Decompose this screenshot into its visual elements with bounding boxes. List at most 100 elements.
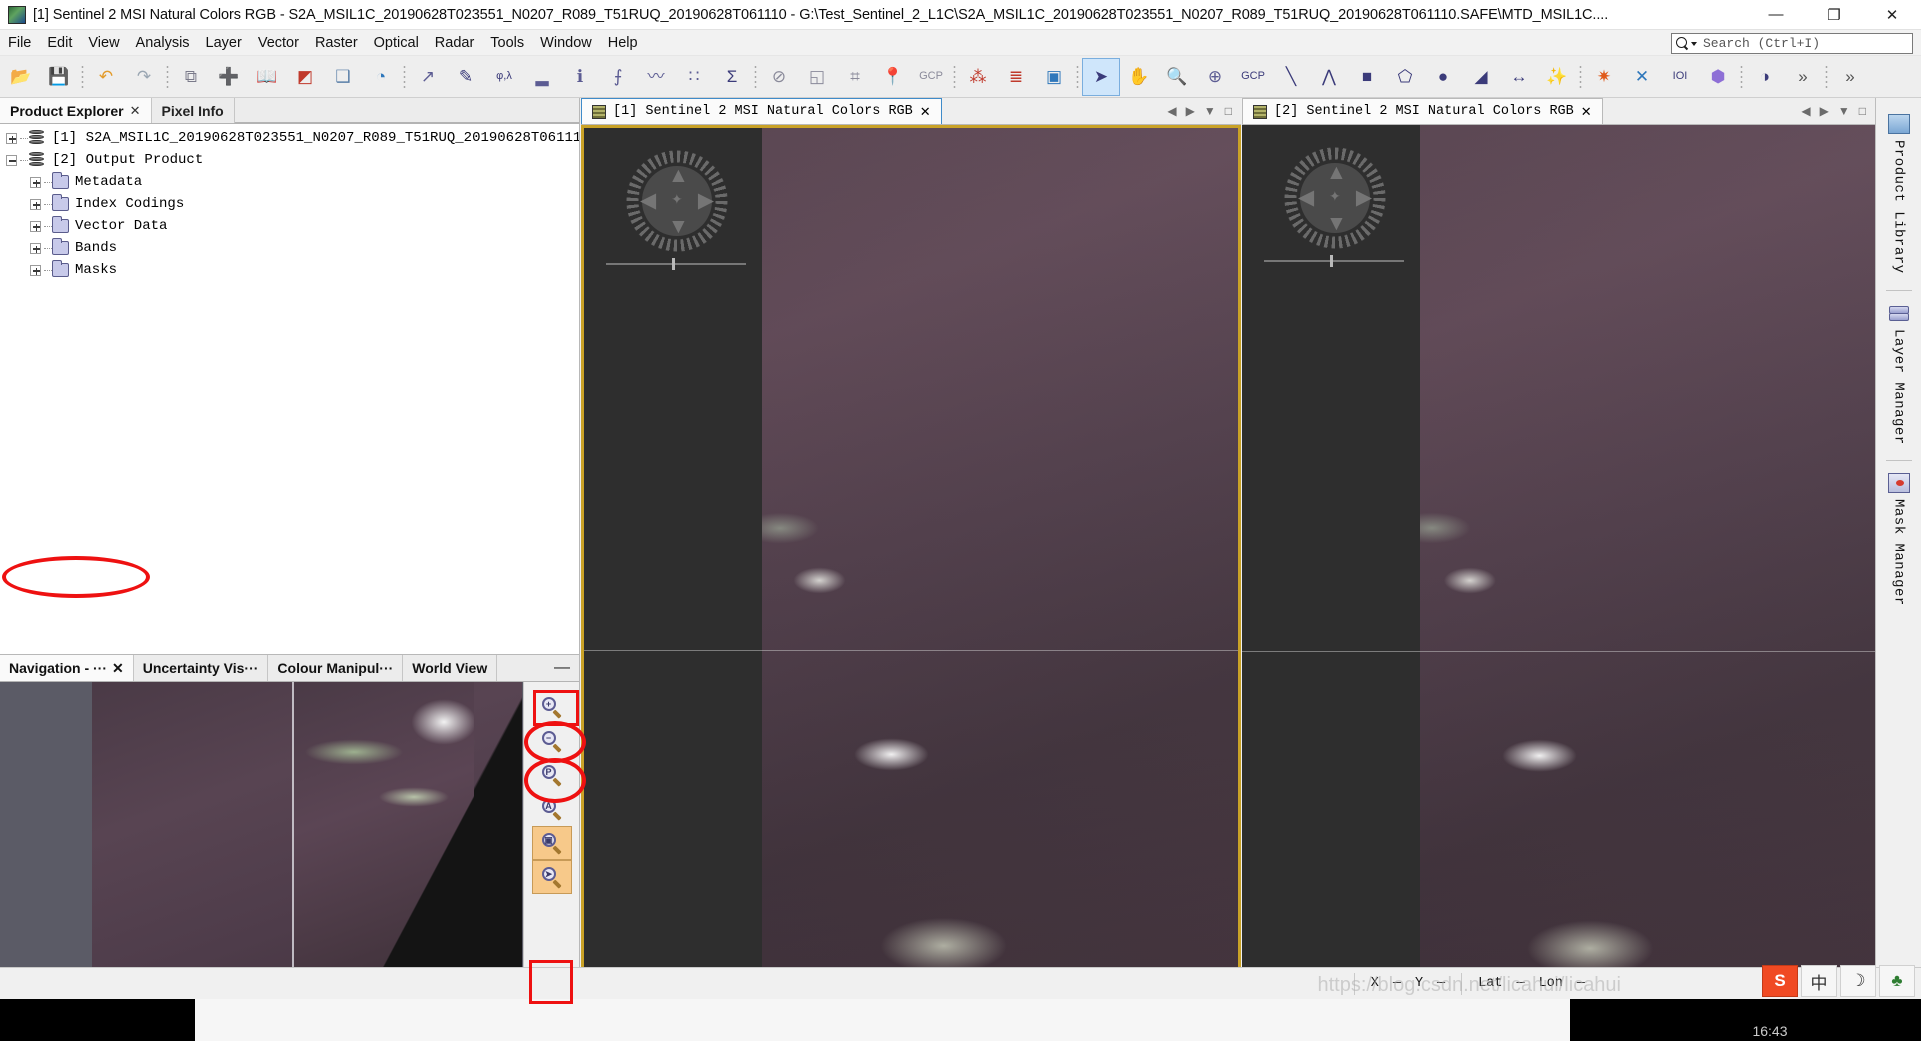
tree-node[interactable]: Metadata bbox=[0, 171, 579, 193]
polygon-drawing-tool-button[interactable]: ⬠ bbox=[1386, 58, 1424, 96]
close-icon[interactable]: ✕ bbox=[112, 660, 124, 677]
statistics-button[interactable]: Σ bbox=[713, 58, 751, 96]
line-drawing-tool-button[interactable]: ╲ bbox=[1272, 58, 1310, 96]
histogram-button[interactable]: ▂ bbox=[523, 58, 561, 96]
leaf-icon[interactable]: ♣ bbox=[1879, 965, 1915, 997]
toolbar-overflow-button[interactable]: » bbox=[1784, 58, 1822, 96]
chinese-input-icon[interactable]: 中 bbox=[1801, 965, 1837, 997]
magic-wand-subset-button[interactable]: ◢ bbox=[1462, 58, 1500, 96]
menu-view[interactable]: View bbox=[80, 32, 127, 54]
expand-icon[interactable] bbox=[30, 176, 41, 188]
tab-world-view[interactable]: World View bbox=[403, 655, 498, 681]
menu-edit[interactable]: Edit bbox=[39, 32, 80, 54]
no-data-overlay-button[interactable]: ⊘ bbox=[760, 58, 798, 96]
sync-views-button[interactable]: ▣ bbox=[531, 826, 572, 860]
image-view-1-tab[interactable]: [1] Sentinel 2 MSI Natural Colors RGB ✕ bbox=[581, 98, 942, 124]
scroll-right-icon[interactable]: ▶ bbox=[1186, 104, 1195, 118]
undo-button[interactable]: ↶ bbox=[87, 58, 125, 96]
close-icon[interactable]: ✕ bbox=[920, 104, 931, 120]
scroll-right-icon[interactable]: ▶ bbox=[1820, 104, 1829, 118]
world-map-button[interactable]: ▣ bbox=[1035, 58, 1073, 96]
tree-node[interactable]: [2] Output Product bbox=[0, 149, 579, 171]
export-product-button[interactable]: 📖 bbox=[248, 58, 286, 96]
image-view-2-canvas[interactable]: ▲ ▼ ◀ ▶ ✦ bbox=[1242, 125, 1875, 1001]
close-button[interactable]: ✕ bbox=[1863, 0, 1921, 30]
save-product-button[interactable]: 💾 bbox=[40, 58, 78, 96]
chevron-down-icon[interactable] bbox=[1691, 41, 1697, 46]
pan-right-icon[interactable]: ▶ bbox=[1356, 187, 1372, 208]
pan-up-icon[interactable]: ▲ bbox=[1326, 162, 1347, 183]
image-2-zoom-slider[interactable] bbox=[1264, 255, 1404, 267]
tree-node[interactable]: [1] S2A_MSIL1C_20190628T023551_N0207_R08… bbox=[0, 127, 579, 149]
magic-wand-button[interactable]: ✨ bbox=[1538, 58, 1576, 96]
pan-right-icon[interactable]: ▶ bbox=[698, 190, 714, 211]
sync-cursors-button[interactable]: ➤ bbox=[531, 860, 572, 894]
brightness-contrast-button[interactable]: ◑ bbox=[1746, 58, 1784, 96]
open-product-button[interactable]: 📂 bbox=[2, 58, 40, 96]
image-view-2-tab[interactable]: [2] Sentinel 2 MSI Natural Colors RGB ✕ bbox=[1242, 98, 1603, 124]
expand-icon[interactable] bbox=[30, 242, 41, 254]
pan-center-icon[interactable]: ✦ bbox=[1329, 189, 1341, 203]
menu-tools[interactable]: Tools bbox=[482, 32, 532, 54]
open-subset-button[interactable]: ⧉ bbox=[172, 58, 210, 96]
tab-pixel-info[interactable]: Pixel Info bbox=[151, 98, 235, 123]
maximize-view-icon[interactable]: □ bbox=[1859, 104, 1866, 118]
binary-data-button[interactable]: IOI bbox=[1661, 58, 1699, 96]
menu-layer[interactable]: Layer bbox=[198, 32, 250, 54]
minimize-button[interactable]: — bbox=[1747, 0, 1805, 30]
search-input[interactable]: Search (Ctrl+I) bbox=[1671, 33, 1913, 54]
pan-left-icon[interactable]: ◀ bbox=[1298, 187, 1314, 208]
tab-navigation[interactable]: Navigation - ··· ✕ bbox=[0, 655, 134, 681]
range-finder-button[interactable]: ↔ bbox=[1500, 58, 1538, 96]
metadata-plot-button[interactable]: ⨍ bbox=[599, 58, 637, 96]
batch-processing-button[interactable]: ≣ bbox=[997, 58, 1035, 96]
zoom-all-button[interactable]: A bbox=[532, 792, 572, 826]
sidebar-item-layer-manager[interactable]: Layer Manager bbox=[1888, 297, 1910, 451]
image-2-zoom-knob[interactable] bbox=[1330, 255, 1333, 267]
maximize-view-icon[interactable]: □ bbox=[1225, 104, 1232, 118]
profile-plot-button[interactable]: ↗ bbox=[409, 58, 447, 96]
menu-vector[interactable]: Vector bbox=[250, 32, 307, 54]
expand-icon[interactable] bbox=[6, 132, 17, 144]
xy-scatter-button[interactable]: ✕ bbox=[1623, 58, 1661, 96]
graph-builder-button[interactable]: ⁂ bbox=[959, 58, 997, 96]
tab-product-explorer[interactable]: Product Explorer ✕ bbox=[0, 98, 152, 123]
cluster-analysis-button[interactable]: ⬢ bbox=[1699, 58, 1737, 96]
import-product-button[interactable]: ➕ bbox=[210, 58, 248, 96]
tab-uncertainty-visualisation[interactable]: Uncertainty Vis··· bbox=[134, 655, 269, 681]
pan-left-icon[interactable]: ◀ bbox=[640, 190, 656, 211]
pan-down-icon[interactable]: ▼ bbox=[1326, 213, 1347, 234]
expand-icon[interactable] bbox=[30, 198, 41, 210]
gcp-placing-tool-button[interactable]: GCP bbox=[1234, 58, 1272, 96]
tab-list-icon[interactable]: ▼ bbox=[1838, 104, 1850, 118]
geo-coding-button[interactable]: φ,λ bbox=[485, 58, 523, 96]
image-view-1-canvas[interactable]: ▲ ▼ ◀ ▶ ✦ bbox=[581, 125, 1241, 1001]
redo-button[interactable]: ↷ bbox=[125, 58, 163, 96]
tree-node[interactable]: Bands bbox=[0, 237, 579, 259]
maximize-button[interactable]: ❐ bbox=[1805, 0, 1863, 30]
scroll-left-icon[interactable]: ◀ bbox=[1801, 104, 1810, 118]
pan-up-icon[interactable]: ▲ bbox=[668, 165, 689, 186]
grid-overlay-button[interactable]: ⌗ bbox=[836, 58, 874, 96]
pan-tool-button[interactable]: ✋ bbox=[1120, 58, 1158, 96]
close-icon[interactable]: ✕ bbox=[1581, 104, 1592, 120]
expand-icon[interactable] bbox=[30, 264, 41, 276]
image-1-zoom-knob[interactable] bbox=[672, 258, 675, 270]
moon-icon[interactable]: ☽ bbox=[1840, 965, 1876, 997]
product-tree[interactable]: [1] S2A_MSIL1C_20190628T023551_N0207_R08… bbox=[0, 124, 579, 654]
zoom-out-button[interactable]: − bbox=[532, 724, 572, 758]
sogou-ime-icon[interactable]: S bbox=[1762, 965, 1798, 997]
sidebar-item-product-library[interactable]: Product Library bbox=[1887, 108, 1910, 280]
zoom-to-pixel-resolution-button[interactable]: P bbox=[532, 758, 572, 792]
menu-help[interactable]: Help bbox=[600, 32, 646, 54]
menu-window[interactable]: Window bbox=[532, 32, 600, 54]
navigation-control-arrows[interactable]: ▲ ▼ ◀ ▶ ✦ bbox=[640, 165, 714, 237]
menu-raster[interactable]: Raster bbox=[307, 32, 366, 54]
ellipse-drawing-tool-button[interactable]: ● bbox=[1424, 58, 1462, 96]
zoom-tool-button[interactable]: 🔍 bbox=[1158, 58, 1196, 96]
rectangle-drawing-tool-button[interactable]: ■ bbox=[1348, 58, 1386, 96]
rgb-image-window-button[interactable]: ◩ bbox=[286, 58, 324, 96]
tab-list-icon[interactable]: ▼ bbox=[1204, 104, 1216, 118]
selection-tool-button[interactable]: ➤ bbox=[1082, 57, 1120, 96]
navigation-control-arrows-2[interactable]: ▲ ▼ ◀ ▶ ✦ bbox=[1298, 162, 1372, 234]
